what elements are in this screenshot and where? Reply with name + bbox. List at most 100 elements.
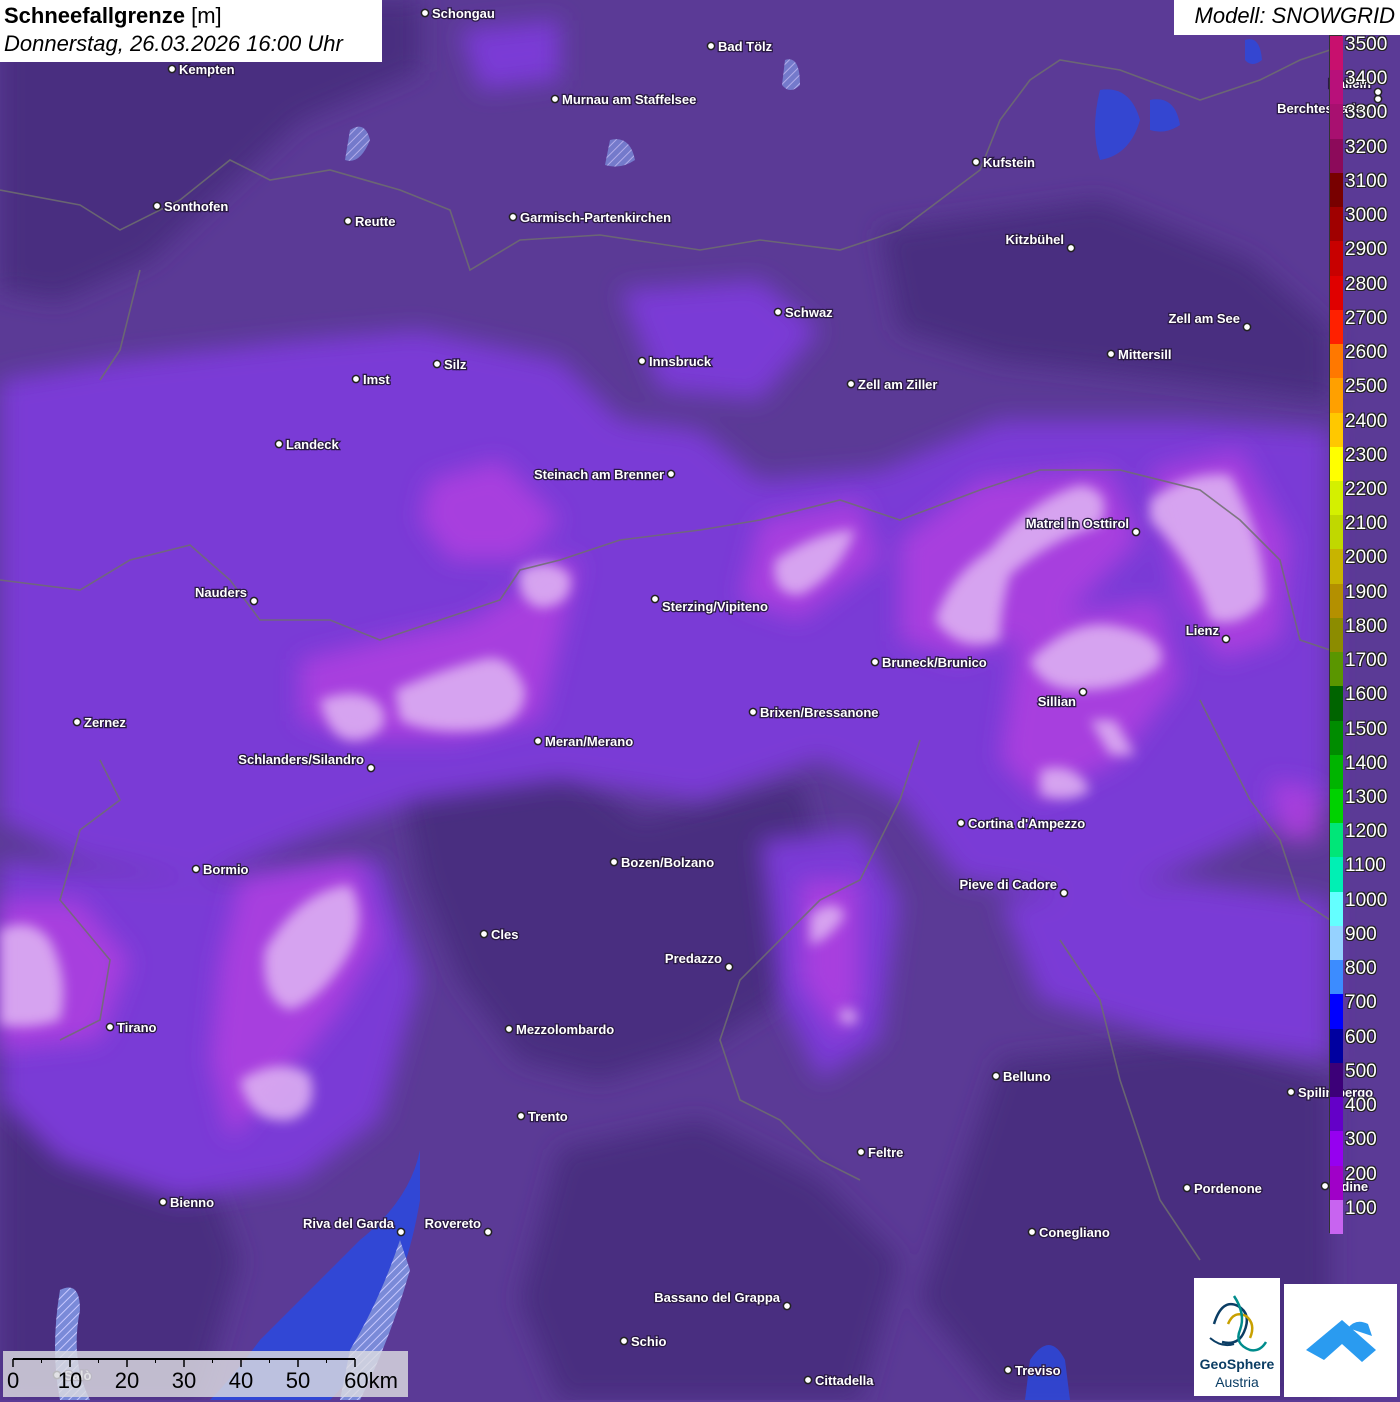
city-label: Schio [631,1334,666,1349]
city-label: Brixen/Bressanone [760,705,879,720]
city-marker[interactable]: Garmisch-Partenkirchen [508,209,672,226]
city-marker[interactable]: Pordenone [1182,1180,1263,1197]
city-label: Matrei in Osttirol [1026,516,1129,531]
legend-label-2500: 2500 [1345,376,1388,398]
legend-label-2000: 2000 [1345,547,1388,569]
geosphere-country: Austria [1215,1374,1259,1390]
city-label: Sterzing/Vipiteno [662,599,768,614]
city-label: Meran/Merano [545,734,633,749]
city-label: Pordenone [1194,1181,1262,1196]
city-marker[interactable]: Sonthofen [152,198,230,215]
legend-swatch-400 [1330,1097,1343,1132]
city-dot [1320,1181,1330,1191]
legend-label-1200: 1200 [1345,821,1388,843]
legend-swatch-2500 [1330,378,1343,413]
legend-swatch-300 [1330,1131,1343,1167]
scale-label-60km: 60km [344,1368,398,1393]
city-marker[interactable]: Innsbruck [637,353,713,370]
legend-swatch-900 [1330,925,1343,961]
legend-label-1000: 1000 [1345,889,1388,911]
city-marker[interactable]: Steinach am Brenner [533,466,676,483]
city-dot [152,201,162,211]
legend-label-2300: 2300 [1345,444,1388,466]
scale-label-0: 0 [7,1368,20,1393]
legend-label-3200: 3200 [1345,136,1388,158]
city-label: Murnau am Staffelsee [562,92,696,107]
title-text: Schneefallgrenze [4,3,185,28]
city-dot [1106,349,1116,359]
app-logo [1284,1284,1397,1397]
legend-swatch-1800 [1330,617,1343,653]
city-marker[interactable]: Schongau [420,5,496,22]
city-marker[interactable]: Landeck [274,436,341,453]
geosphere-logo: GeoSphere Austria [1194,1278,1280,1396]
city-label: Silz [444,357,467,372]
city-dot [1131,527,1141,537]
city-label: Kitzbühel [1006,232,1065,247]
map-title: Schneefallgrenze [m] [4,2,378,30]
city-marker[interactable]: Zell am Ziller [846,376,939,393]
city-dot [782,1301,792,1311]
city-dot [533,736,543,746]
model-label: Modell: SNOWGRID [1174,0,1400,35]
city-dot [1027,1227,1037,1237]
city-label: Pieve di Cadore [959,877,1057,892]
city-label: Cittadella [815,1373,874,1388]
legend-label-1900: 1900 [1345,581,1388,603]
color-legend: 3500 3400 3300 3200 3100 3000 2900 2800 2700 2600… [1329,34,1400,1235]
geosphere-name: GeoSphere [1199,1356,1275,1372]
city-label: Tirano [117,1020,157,1035]
city-marker[interactable]: Bozen/Bolzano [609,854,716,871]
city-dot [609,857,619,867]
city-dot [1221,634,1231,644]
legend-swatch-2300 [1330,446,1343,482]
city-label: Trento [528,1109,568,1124]
city-dot [167,64,177,74]
legend-label-1600: 1600 [1345,684,1388,706]
city-dot [1059,888,1069,898]
scale-label-20: 20 [114,1368,140,1393]
legend-swatch-3200 [1330,138,1343,174]
legend-label-2600: 2600 [1345,342,1388,364]
legend-label-1800: 1800 [1345,615,1388,637]
city-dot [637,356,647,366]
city-marker[interactable]: Murnau am Staffelsee [550,91,698,108]
city-marker[interactable]: Conegliano [1027,1224,1111,1241]
city-dot [846,379,856,389]
city-label: Predazzo [665,951,722,966]
city-marker[interactable]: Meran/Merano [533,733,634,750]
legend-swatch-3500 [1330,36,1343,71]
legend-label-600: 600 [1345,1026,1377,1048]
scale-label-40: 40 [228,1368,254,1393]
city-marker[interactable]: Cittadella [803,1372,876,1389]
city-dot [1242,322,1252,332]
city-label: Schongau [432,6,495,21]
scale-label-10: 10 [57,1368,83,1393]
city-label: Bad Tölz [718,39,773,54]
title-box: Schneefallgrenze [m] Donnerstag, 26.03.2… [0,0,382,62]
city-marker[interactable]: Bad Tölz [706,38,774,55]
city-label: Feltre [868,1145,903,1160]
city-marker[interactable]: Kempten [167,61,236,78]
city-marker[interactable]: Brixen/Bressanone [748,704,880,721]
city-dot [619,1336,629,1346]
city-label: Kempten [179,62,235,77]
city-label: Bormio [203,862,249,877]
city-marker[interactable]: Cortina d'Ampezzo [956,815,1087,832]
city-label: Treviso [1015,1363,1061,1378]
city-label: Schlanders/Silandro [238,752,364,767]
legend-label-200: 200 [1345,1163,1377,1185]
city-label: Mittersill [1118,347,1171,362]
snowfall-limit-map[interactable]: Schongau Kempten Bad Tölz Murnau am Staffel… [0,0,1400,1400]
city-label: Zernez [84,715,126,730]
legend-label-300: 300 [1345,1129,1377,1151]
city-dot [773,307,783,317]
legend-label-2400: 2400 [1345,410,1388,432]
city-marker[interactable]: Mezzolombardo [504,1021,616,1038]
city-label: Cles [491,927,518,942]
city-dot [366,763,376,773]
city-marker[interactable]: Sterzing/Vipiteno [650,594,769,615]
legend-swatch-1400 [1330,754,1343,790]
city-marker[interactable]: Bruneck/Brunico [870,654,988,671]
city-label: Reutte [355,214,395,229]
